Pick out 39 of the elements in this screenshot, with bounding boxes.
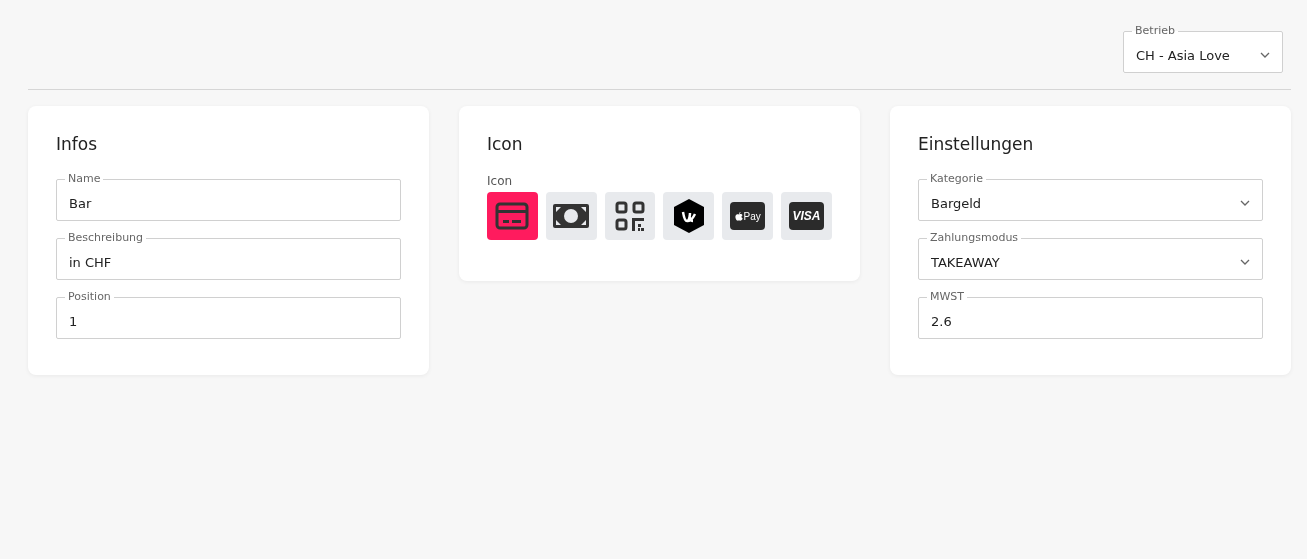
card-title: Einstellungen xyxy=(918,134,1035,154)
select-field[interactable]: Kategorie Bargeld xyxy=(918,172,1263,221)
field-label: MWST xyxy=(929,290,966,304)
select-field[interactable]: Zahlungsmodus TAKEAWAY xyxy=(918,231,1263,280)
field-value: CH - Asia Love xyxy=(1136,47,1230,63)
credit-card-icon xyxy=(495,202,530,230)
chevron-down-icon xyxy=(1240,200,1250,206)
field-value: 2.6 xyxy=(931,313,952,329)
icon-option[interactable]: VISA xyxy=(781,192,832,240)
field-value: TAKEAWAY xyxy=(931,254,1000,270)
icon-option[interactable]: Pay xyxy=(722,192,774,240)
hexagon-logo-icon xyxy=(673,199,704,233)
qr-code-icon xyxy=(615,201,646,231)
banknote-icon xyxy=(553,204,590,228)
icon-option[interactable] xyxy=(604,192,656,240)
field-label: Beschreibung xyxy=(67,231,145,245)
field-value: 1 xyxy=(69,313,78,329)
field-value: Bar xyxy=(69,195,92,211)
field-label: Betrieb xyxy=(1134,24,1176,38)
chevron-down-icon xyxy=(1260,52,1270,58)
field-label: Zahlungsmodus xyxy=(929,231,1020,245)
field-value: Bargeld xyxy=(931,195,982,211)
input-field[interactable]: Name Bar xyxy=(56,172,401,221)
input-field[interactable]: Beschreibung in CHF xyxy=(56,231,401,280)
card-title: Icon xyxy=(487,134,524,154)
card-title: Infos xyxy=(56,134,99,154)
icon-label: Icon xyxy=(487,174,514,188)
field-label: Position xyxy=(67,290,112,304)
select-field[interactable]: Betrieb CH - Asia Love xyxy=(1123,24,1283,73)
input-field[interactable]: MWST 2.6 xyxy=(918,290,1263,339)
visa-logo: VISA xyxy=(789,202,825,230)
chevron-down-icon xyxy=(1240,259,1250,265)
icon-option[interactable] xyxy=(663,192,715,240)
apple-pay-logo: Pay xyxy=(730,202,766,230)
field-label: Kategorie xyxy=(929,172,984,186)
input-field[interactable]: Position 1 xyxy=(56,290,401,339)
field-label: Name xyxy=(67,172,102,186)
icon-option[interactable] xyxy=(545,192,597,240)
field-value: in CHF xyxy=(69,254,112,270)
